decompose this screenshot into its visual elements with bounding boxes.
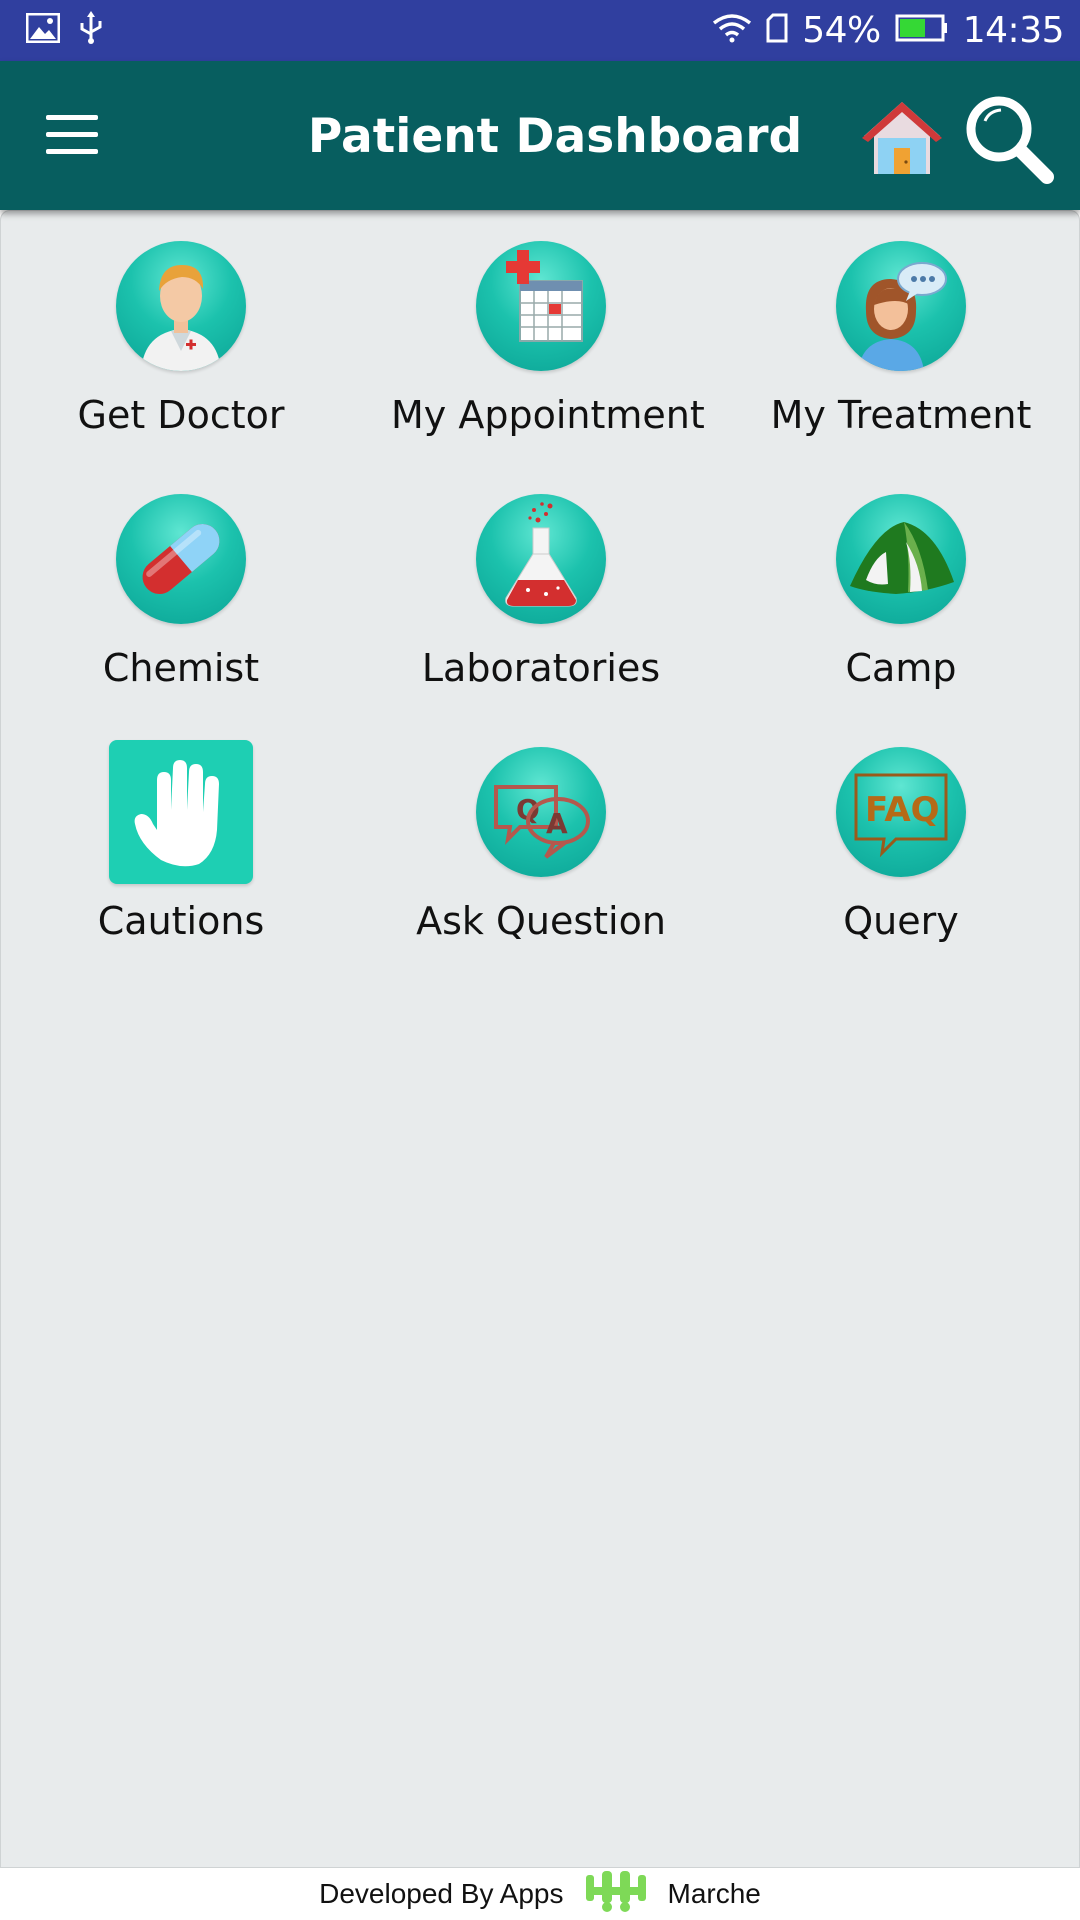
footer-developed-by: Developed By Apps bbox=[319, 1878, 564, 1909]
dashboard-panel: Get Doctor My Appointment My Treatment C… bbox=[0, 210, 1080, 1868]
tile-label: Ask Question bbox=[416, 899, 666, 943]
tile-label: Laboratories bbox=[421, 646, 661, 690]
tile-label: Camp bbox=[845, 646, 957, 690]
footer: Developed By Apps Marche bbox=[0, 1868, 1080, 1920]
tile-label: Cautions bbox=[97, 899, 265, 943]
wifi-icon bbox=[712, 13, 752, 48]
laboratories-tile[interactable]: Laboratories bbox=[391, 494, 691, 714]
clock: 14:35 bbox=[962, 10, 1065, 51]
tile-label: My Appointment bbox=[391, 393, 705, 437]
doctor-icon bbox=[116, 241, 246, 371]
ask-question-tile[interactable]: Q A Ask Question bbox=[391, 747, 691, 967]
tent-icon bbox=[836, 494, 966, 624]
sim-icon bbox=[766, 13, 788, 48]
svg-text:A: A bbox=[546, 807, 568, 840]
search-button[interactable] bbox=[963, 93, 1055, 185]
usb-icon bbox=[78, 11, 104, 50]
home-icon bbox=[862, 102, 942, 174]
get-doctor-tile[interactable]: Get Doctor bbox=[31, 241, 331, 461]
cautions-tile[interactable]: Cautions bbox=[31, 740, 331, 967]
chemist-tile[interactable]: Chemist bbox=[31, 494, 331, 714]
faq-icon: FAQ bbox=[836, 747, 966, 877]
tile-label: Chemist bbox=[102, 646, 260, 690]
camp-tile[interactable]: Camp bbox=[751, 494, 1051, 714]
svg-text:FAQ: FAQ bbox=[865, 790, 940, 830]
tile-label: My Treatment bbox=[770, 393, 1032, 437]
battery-icon bbox=[895, 13, 949, 48]
qa-icon: Q A bbox=[476, 747, 606, 877]
status-bar: 54% 14:35 bbox=[0, 0, 1080, 61]
app-bar: Patient Dashboard bbox=[0, 61, 1080, 210]
calendar-icon bbox=[476, 241, 606, 371]
my-treatment-tile[interactable]: My Treatment bbox=[751, 241, 1051, 461]
home-button[interactable] bbox=[860, 96, 944, 180]
my-appointment-tile[interactable]: My Appointment bbox=[391, 241, 705, 461]
apps-marche-logo-icon bbox=[582, 1869, 650, 1920]
search-icon bbox=[966, 96, 1054, 184]
tile-label: Get Doctor bbox=[77, 393, 285, 437]
pill-icon bbox=[116, 494, 246, 624]
flask-icon bbox=[476, 494, 606, 624]
query-tile[interactable]: FAQ Query bbox=[751, 747, 1051, 967]
image-icon bbox=[25, 12, 61, 48]
tile-label: Query bbox=[843, 899, 959, 943]
chat-person-icon bbox=[836, 241, 966, 371]
hand-icon bbox=[109, 740, 253, 884]
footer-brand: Marche bbox=[667, 1878, 761, 1909]
battery-percent: 54% bbox=[802, 10, 881, 51]
